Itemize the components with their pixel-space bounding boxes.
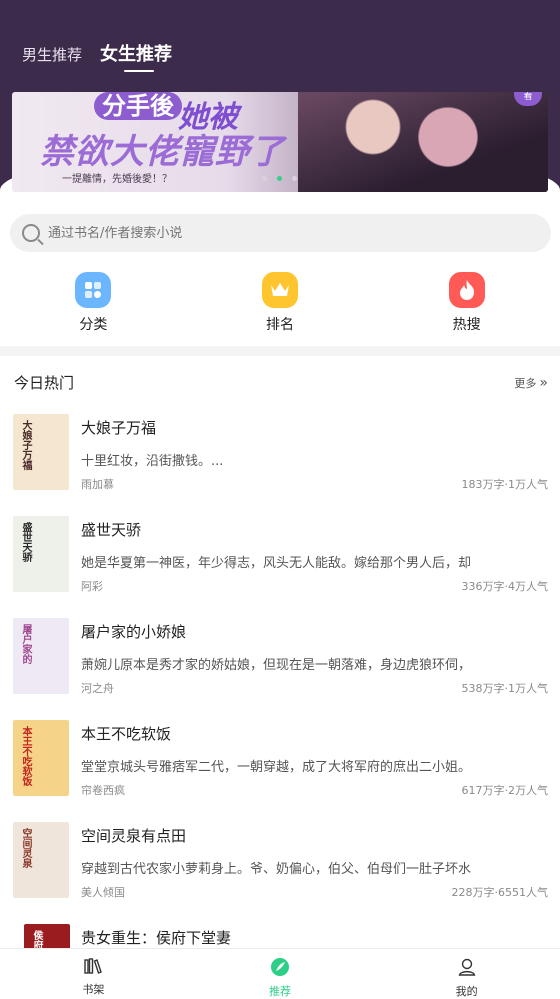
nav-recommend-label: 推荐 <box>269 985 291 998</box>
banner-illustration <box>298 92 548 192</box>
book-item[interactable]: 本王不吃软饭 本王不吃软饭 堂堂京城头号雅痞军二代，一朝穿越，成了大将军府的庶出… <box>0 719 560 821</box>
book-stats: 538万字·1万人气 <box>461 682 549 695</box>
quick-ranking-label: 排名 <box>266 317 294 333</box>
promo-banner[interactable]: 分手後 她被 禁欲大佬寵野了 一提離情，先婚後愛！？ 看 <box>12 92 548 192</box>
nav-mine-label: 我的 <box>455 985 478 998</box>
carousel-dots <box>262 176 297 181</box>
cover-title: 盛世天骄 <box>20 522 31 562</box>
book-title: 屠户家的小娇娘 <box>81 623 187 641</box>
cover-title: 大娘子万福 <box>20 420 31 470</box>
bottom-navigation: 书架 推荐 我的 <box>0 948 560 999</box>
book-author: 阿彩 <box>81 580 103 593</box>
book-list: 大娘子万福 大娘子万福 十里红妆，沿街撒钱。... 雨加慕 183万字·1万人气… <box>0 413 560 999</box>
section-title: 今日热门 <box>14 374 75 392</box>
quick-ranking[interactable]: 排名 <box>187 272 374 338</box>
carousel-dot-active[interactable] <box>277 176 282 181</box>
crown-icon <box>262 272 298 308</box>
book-title: 本王不吃软饭 <box>81 725 172 743</box>
book-description: 穿越到古代农家小萝莉身上。爷、奶偏心，伯父、伯母们一肚子坏水 <box>81 862 472 877</box>
book-description: 堂堂京城头号雅痞军二代，一朝穿越，成了大将军府的庶出二小姐。 <box>81 760 472 775</box>
book-description: 萧婉儿原本是秀才家的娇姑娘，但现在是一朝落难，身边虎狼环伺， <box>81 658 472 673</box>
quick-hot-search[interactable]: 热搜 <box>373 272 560 338</box>
double-chevron-right-icon: » <box>539 374 548 391</box>
book-title: 空间灵泉有点田 <box>81 827 187 845</box>
book-author: 河之舟 <box>81 682 114 695</box>
book-author: 帘卷西疯 <box>81 784 125 797</box>
tab-female-recommend[interactable]: 女生推荐 <box>100 40 172 72</box>
section-divider <box>0 346 560 356</box>
book-item[interactable]: 大娘子万福 大娘子万福 十里红妆，沿街撒钱。... 雨加慕 183万字·1万人气 <box>0 413 560 515</box>
quick-hot-search-label: 热搜 <box>452 317 481 333</box>
book-description: 十里红妆，沿街撒钱。... <box>81 454 224 469</box>
book-item[interactable]: 屠户家的 屠户家的小娇娘 萧婉儿原本是秀才家的娇姑娘，但现在是一朝落难，身边虎狼… <box>0 617 560 719</box>
carousel-dot[interactable] <box>262 176 267 181</box>
nav-bookshelf-label: 书架 <box>82 983 105 996</box>
book-author: 雨加慕 <box>81 478 114 491</box>
gender-tabs: 男生推荐 女生推荐 <box>22 40 172 72</box>
banner-subtitle: 一提離情，先婚後愛！？ <box>62 174 172 185</box>
banner-title-part-c: 禁欲大佬寵野了 <box>40 132 285 172</box>
book-item[interactable]: 空间灵泉 空间灵泉有点田 穿越到古代农家小萝莉身上。爷、奶偏心，伯父、伯母们一肚… <box>0 821 560 923</box>
book-cover: 大娘子万福 <box>13 414 69 490</box>
book-description: 她是华夏第一神医，年少得志，风头无人能敌。嫁给那个男人后，却 <box>81 556 472 571</box>
search-input[interactable] <box>48 225 508 241</box>
book-stats: 336万字·4万人气 <box>461 580 549 593</box>
nav-mine[interactable]: 我的 <box>373 949 560 999</box>
book-author: 美人倾国 <box>81 886 125 899</box>
bookshelf-icon <box>83 957 103 979</box>
book-item[interactable]: 盛世天骄 盛世天骄 她是华夏第一神医，年少得志，风头无人能敌。嫁给那个男人后，却… <box>0 515 560 617</box>
cover-title: 侯府 <box>31 930 42 950</box>
quick-entries: 分类 排名 热搜 <box>0 272 560 338</box>
search-icon <box>22 224 40 242</box>
quick-category[interactable]: 分类 <box>0 272 187 338</box>
book-title: 贵女重生：侯府下堂妻 <box>81 929 232 947</box>
book-cover: 屠户家的 <box>13 618 69 694</box>
book-stats: 228万字·6551人气 <box>451 886 549 899</box>
book-cover: 盛世天骄 <box>13 516 69 592</box>
cover-title: 空间灵泉 <box>20 828 31 868</box>
nav-recommend[interactable]: 推荐 <box>187 949 374 999</box>
quick-category-label: 分类 <box>79 317 108 333</box>
cover-title: 屠户家的 <box>20 624 31 664</box>
banner-title-part-a: 分手後 <box>94 92 182 120</box>
more-label: 更多 <box>514 376 537 390</box>
book-title: 大娘子万福 <box>81 419 157 437</box>
user-icon <box>457 957 477 981</box>
feather-icon <box>270 957 290 981</box>
book-stats: 617万字·2万人气 <box>461 784 549 797</box>
flame-icon <box>448 272 485 308</box>
carousel-dot[interactable] <box>292 176 297 181</box>
tab-male-recommend[interactable]: 男生推荐 <box>22 44 82 65</box>
book-cover: 本王不吃软饭 <box>13 720 69 796</box>
book-cover: 空间灵泉 <box>13 822 69 898</box>
search-bar[interactable] <box>10 214 551 252</box>
more-link[interactable]: 更多 » <box>514 375 548 391</box>
cover-title: 本王不吃软饭 <box>20 726 31 786</box>
book-title: 盛世天骄 <box>81 521 142 539</box>
nav-bookshelf[interactable]: 书架 <box>0 949 187 999</box>
grid-icon <box>75 272 112 308</box>
today-hot-header: 今日热门 更多 » <box>14 372 548 393</box>
book-stats: 183万字·1万人气 <box>461 478 549 491</box>
